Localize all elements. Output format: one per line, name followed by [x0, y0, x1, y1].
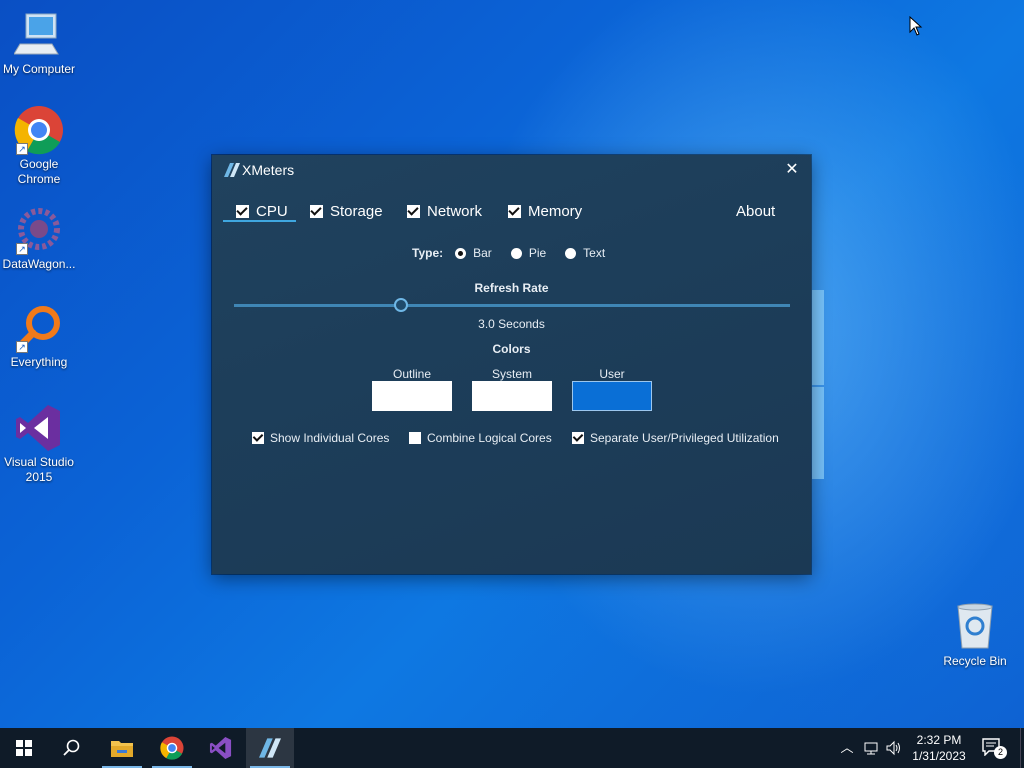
taskbar: ︿ 2:32 PM 1/31/2023 2 [0, 728, 1024, 768]
taskbar-clock[interactable]: 2:32 PM 1/31/2023 [906, 732, 972, 764]
type-text-radio[interactable]: Text [565, 246, 605, 260]
taskbar-visual-studio[interactable] [197, 728, 245, 768]
tab-label: Storage [330, 202, 383, 220]
notification-count-badge: 2 [994, 746, 1007, 759]
system-color-label: System [491, 367, 532, 381]
volume-icon[interactable] [886, 740, 902, 756]
type-pie-radio[interactable]: Pie [510, 246, 547, 260]
search-icon [63, 739, 80, 756]
show-desktop-button[interactable] [1020, 728, 1024, 768]
tab-storage[interactable]: Storage [310, 199, 383, 223]
radio-label: Pie [528, 246, 547, 260]
radio-icon [510, 247, 522, 259]
refresh-rate-slider-thumb[interactable] [393, 298, 408, 312]
tab-about[interactable]: About [736, 199, 775, 223]
close-button[interactable]: ✕ [779, 159, 805, 181]
chrome-icon: ↗ [14, 105, 64, 155]
option-label: Show Individual Cores [270, 431, 390, 445]
tab-memory[interactable]: Memory [508, 199, 582, 223]
meter-type-group: Type: Bar Pie Text [412, 245, 624, 261]
wallpaper-light-beam [812, 290, 824, 385]
type-bar-radio[interactable]: Bar [455, 246, 492, 260]
tab-network[interactable]: Network [407, 199, 482, 223]
tab-label: Network [427, 202, 483, 220]
desktop-icon-google-chrome[interactable]: ↗ Google Chrome [0, 105, 78, 187]
taskbar-chrome[interactable] [148, 728, 196, 768]
tab-label: CPU [256, 202, 288, 220]
xmeters-logo-icon [224, 162, 240, 178]
desktop-icon-label: Visual Studio 2015 [4, 455, 74, 484]
mouse-cursor-icon [909, 15, 923, 41]
shortcut-arrow-icon: ↗ [16, 143, 28, 155]
everything-search-icon: ↗ [14, 303, 64, 353]
refresh-rate-slider[interactable] [234, 304, 790, 307]
windows-start-icon [16, 740, 32, 756]
visual-studio-icon [14, 403, 64, 453]
taskbar-xmeters[interactable] [246, 728, 294, 768]
chrome-icon [160, 736, 184, 760]
shortcut-arrow-icon: ↗ [16, 243, 28, 255]
active-tab-indicator [223, 220, 296, 222]
desktop-icon-label: DataWagon... [2, 257, 76, 271]
refresh-rate-value: 3.0 Seconds [478, 317, 545, 331]
system-color-swatch[interactable] [472, 381, 552, 411]
desktop-icon-visual-studio-2015[interactable]: Visual Studio 2015 [0, 403, 78, 485]
search-button[interactable] [48, 728, 96, 768]
separate-user-privileged-option[interactable]: Separate User/Privileged Utilization [572, 431, 779, 445]
outline-color-swatch[interactable] [372, 381, 452, 411]
type-label: Type: [412, 246, 444, 260]
colors-heading: Colors [492, 342, 531, 356]
desktop-icon-recycle-bin[interactable]: Recycle Bin [936, 602, 1014, 669]
desktop-icon-datawagon[interactable]: ↗ DataWagon... [0, 205, 78, 272]
computer-icon [13, 10, 64, 60]
desktop-icon-everything[interactable]: ↗ Everything [0, 303, 78, 370]
shortcut-arrow-icon: ↗ [16, 341, 28, 353]
start-button[interactable] [0, 728, 48, 768]
user-color-label: User [599, 367, 625, 381]
desktop-icon-my-computer[interactable]: My Computer [0, 10, 78, 77]
tab-label: About [736, 202, 776, 220]
user-color-swatch[interactable] [572, 381, 652, 411]
show-individual-cores-checkbox[interactable] [252, 432, 264, 444]
action-center-button[interactable]: 2 [982, 738, 1007, 759]
datawagon-icon: ↗ [14, 205, 64, 255]
xmeters-settings-window: XMeters ✕ CPU Storage Network Memory Abo… [212, 155, 811, 574]
network-enabled-checkbox[interactable] [407, 204, 420, 218]
tab-label: Memory [528, 202, 583, 220]
combine-logical-cores-option[interactable]: Combine Logical Cores [409, 431, 552, 445]
file-explorer-icon [111, 741, 133, 757]
recycle-bin-icon [950, 602, 1000, 652]
desktop-icon-label: My Computer [2, 62, 76, 76]
radio-label: Bar [473, 246, 492, 260]
option-label: Separate User/Privileged Utilization [590, 431, 779, 445]
desktop-icon-label: Everything [10, 355, 68, 369]
xmeters-icon [259, 738, 281, 758]
desktop-icon-label: Recycle Bin [943, 654, 1007, 668]
close-icon: ✕ [785, 161, 799, 178]
show-individual-cores-option[interactable]: Show Individual Cores [252, 431, 389, 445]
meter-tabs: CPU Storage Network Memory About [224, 199, 804, 225]
refresh-rate-heading: Refresh Rate [474, 281, 549, 295]
network-icon[interactable] [863, 740, 879, 756]
title-bar[interactable]: XMeters ✕ [212, 155, 811, 185]
separate-user-privileged-checkbox[interactable] [572, 432, 584, 444]
desktop-icon-label: Google Chrome [17, 157, 61, 186]
visual-studio-icon [209, 736, 232, 760]
cpu-enabled-checkbox[interactable] [236, 204, 249, 218]
radio-label: Text [583, 246, 606, 260]
option-label: Combine Logical Cores [427, 431, 552, 445]
clock-time: 2:32 PM [916, 733, 962, 747]
taskbar-file-explorer[interactable] [98, 728, 146, 768]
combine-logical-cores-checkbox[interactable] [409, 432, 421, 444]
outline-color-label: Outline [392, 367, 432, 381]
memory-enabled-checkbox[interactable] [508, 204, 521, 218]
clock-date: 1/31/2023 [912, 749, 966, 763]
wallpaper-light-beam [812, 387, 824, 479]
radio-selected-icon [455, 247, 467, 259]
window-title: XMeters [242, 162, 295, 178]
radio-icon [565, 247, 577, 259]
storage-enabled-checkbox[interactable] [310, 204, 323, 218]
chevron-up-icon[interactable]: ︿ [839, 740, 855, 756]
